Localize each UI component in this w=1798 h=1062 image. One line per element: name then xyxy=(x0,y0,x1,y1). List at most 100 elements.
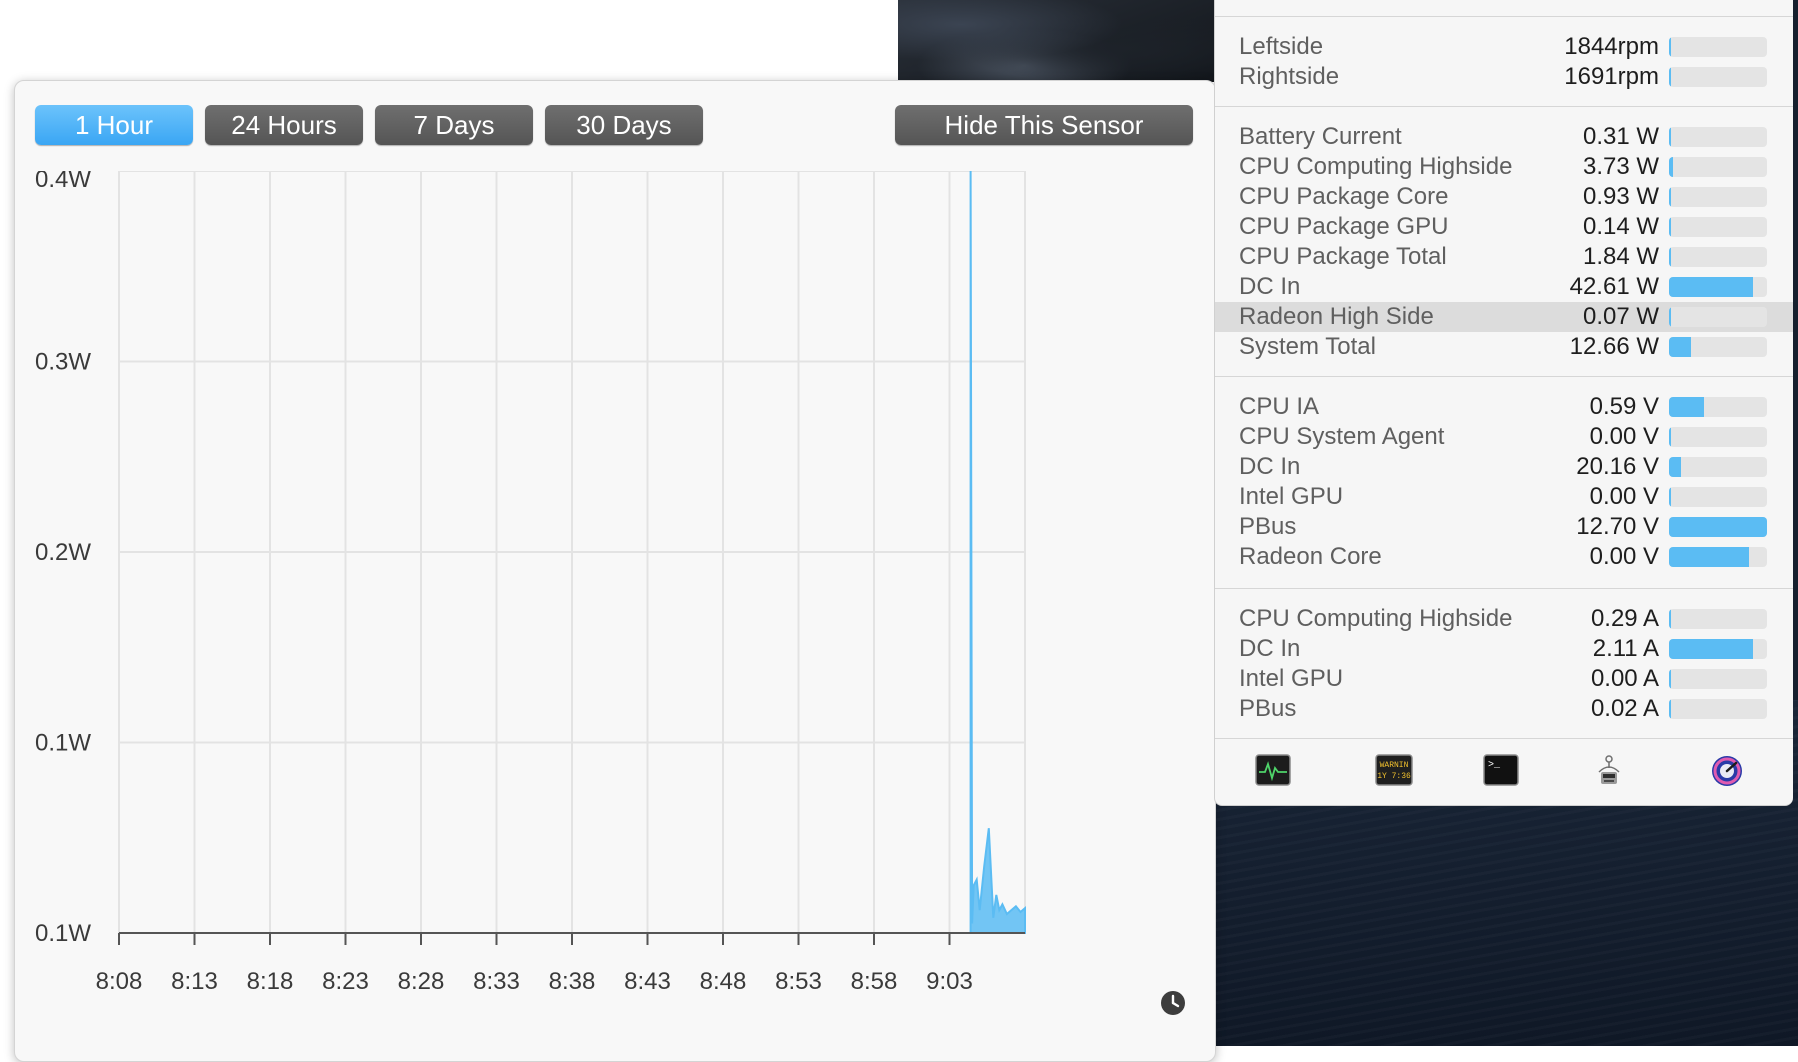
x-tick-label: 8:13 xyxy=(171,968,218,995)
sensor-name: CPU Computing Highside xyxy=(1239,604,1512,634)
sensor-level-fill xyxy=(1669,457,1681,477)
sensor-level-fill xyxy=(1669,639,1753,659)
terminal-icon[interactable]: >_ xyxy=(1483,754,1519,786)
sensor-row[interactable]: DC In20.16 V xyxy=(1215,452,1793,482)
sensor-row[interactable]: Radeon High Side0.07 W xyxy=(1215,302,1793,332)
disk-utility-icon[interactable] xyxy=(1709,754,1745,786)
x-tick-label: 8:48 xyxy=(700,968,747,995)
sensor-level-bar xyxy=(1669,517,1767,537)
activity-monitor-icon[interactable] xyxy=(1255,754,1291,786)
sensor-level-fill xyxy=(1669,187,1671,207)
sensor-level-bar xyxy=(1669,157,1767,177)
sensor-level-bar xyxy=(1669,187,1767,207)
sensor-row[interactable]: DC In42.61 W xyxy=(1215,272,1793,302)
sensor-level-fill xyxy=(1669,247,1671,267)
sensor-level-fill xyxy=(1669,337,1691,357)
sensor-row[interactable]: Rightside1691rpm xyxy=(1215,62,1793,92)
sensor-name: Intel GPU xyxy=(1239,664,1343,694)
sensor-row[interactable]: Battery Current0.31 W xyxy=(1215,122,1793,152)
range-7-days-button[interactable]: 7 Days xyxy=(375,105,533,145)
range-1-hour-button[interactable]: 1 Hour xyxy=(35,105,193,145)
x-tick-label: 9:03 xyxy=(926,968,973,995)
x-tick-label: 8:43 xyxy=(624,968,671,995)
sensor-value: 12.66 W xyxy=(1570,332,1659,362)
sensor-row[interactable]: CPU Package Core0.93 W xyxy=(1215,182,1793,212)
sensor-value: 3.73 W xyxy=(1583,152,1659,182)
sensor-name: DC In xyxy=(1239,272,1300,302)
sensor-level-fill xyxy=(1669,217,1671,237)
sensor-value: 0.31 W xyxy=(1583,122,1659,152)
sensor-level-fill xyxy=(1669,307,1671,327)
y-tick-label: 0.4W xyxy=(35,171,91,193)
sensor-level-bar xyxy=(1669,699,1767,719)
sensor-row[interactable]: CPU Package GPU 0.14 W xyxy=(1215,212,1793,242)
range-30-days-button[interactable]: 30 Days xyxy=(545,105,703,145)
desktop-wallpaper-rock xyxy=(898,0,1214,82)
sensor-row[interactable]: CPU Package Total1.84 W xyxy=(1215,242,1793,272)
sensor-level-bar xyxy=(1669,247,1767,267)
sensor-level-fill xyxy=(1669,517,1767,537)
sensor-level-bar xyxy=(1669,487,1767,507)
sensor-row[interactable]: PBus12.70 V xyxy=(1215,512,1793,542)
separator xyxy=(1215,738,1793,739)
x-tick-label: 8:53 xyxy=(775,968,822,995)
sensor-level-bar xyxy=(1669,547,1767,567)
range-24-hours-button[interactable]: 24 Hours xyxy=(205,105,363,145)
x-tick-label: 8:23 xyxy=(322,968,369,995)
sensor-level-fill xyxy=(1669,609,1671,629)
sensor-name: DC In xyxy=(1239,634,1300,664)
sensor-value: 2.11 A xyxy=(1593,634,1659,664)
sensor-level-fill xyxy=(1669,427,1671,447)
sensor-level-fill xyxy=(1669,669,1671,689)
sensor-name: CPU Package GPU xyxy=(1239,212,1448,242)
sensor-name: CPU Package Total xyxy=(1239,242,1447,272)
separator xyxy=(1215,376,1793,377)
separator xyxy=(1215,16,1793,17)
sensor-value: 0.00 A xyxy=(1591,664,1659,694)
sensor-row[interactable]: Intel GPU 0.00 A xyxy=(1215,664,1793,694)
sensor-level-bar xyxy=(1669,337,1767,357)
sensor-value: 1691rpm xyxy=(1564,62,1659,92)
y-axis-ticks: 0.4W0.3W0.2W0.1W0.1W xyxy=(35,171,91,947)
x-tick-label: 8:08 xyxy=(96,968,143,995)
separator xyxy=(1215,106,1793,107)
svg-text:1Y 7:36: 1Y 7:36 xyxy=(1377,772,1411,781)
x-tick-label: 8:28 xyxy=(398,968,445,995)
sensor-value: 0.29 A xyxy=(1591,604,1659,634)
sensor-value: 0.02 A xyxy=(1591,694,1659,724)
sensor-level-bar xyxy=(1669,609,1767,629)
sensor-row[interactable]: CPU IA0.59 V xyxy=(1215,392,1793,422)
sensor-row[interactable]: CPU Computing Highside 0.29 A xyxy=(1215,604,1793,634)
sensor-value: 0.00 V xyxy=(1590,422,1659,452)
separator xyxy=(1215,588,1793,589)
sensor-level-fill xyxy=(1669,547,1749,567)
sensor-name: PBus xyxy=(1239,694,1296,724)
sensor-level-bar xyxy=(1669,67,1767,87)
sensor-level-bar xyxy=(1669,277,1767,297)
sensor-row[interactable]: DC In 2.11 A xyxy=(1215,634,1793,664)
sensor-row[interactable]: PBus 0.02 A xyxy=(1215,694,1793,724)
x-tick-label: 8:33 xyxy=(473,968,520,995)
sensor-row[interactable]: Intel GPU0.00 V xyxy=(1215,482,1793,512)
sensor-row[interactable]: CPU Computing Highside 3.73 W xyxy=(1215,152,1793,182)
sensor-level-fill xyxy=(1669,397,1704,417)
y-tick-label: 0.1W xyxy=(35,730,91,757)
sensor-level-fill xyxy=(1669,699,1671,719)
sensor-name: CPU Computing Highside xyxy=(1239,152,1512,182)
x-tick-label: 8:58 xyxy=(851,968,898,995)
sensor-row[interactable]: CPU System Agent0.00 V xyxy=(1215,422,1793,452)
sensor-value: 0.93 W xyxy=(1583,182,1659,212)
sensor-value: 0.14 W xyxy=(1583,212,1659,242)
sensor-level-bar xyxy=(1669,427,1767,447)
sensor-level-bar xyxy=(1669,127,1767,147)
sensor-row[interactable]: Leftside1844rpm xyxy=(1215,32,1793,62)
sensor-list-panel: Leftside1844rpmRightside1691rpm Battery C… xyxy=(1214,0,1793,806)
sensor-row[interactable]: Radeon Core0.00 V xyxy=(1215,542,1793,572)
system-info-icon[interactable] xyxy=(1591,754,1627,786)
sensor-value: 0.00 V xyxy=(1590,542,1659,572)
console-icon[interactable]: WARNIN 1Y 7:36 xyxy=(1375,754,1413,786)
clock-icon[interactable] xyxy=(1161,991,1185,1015)
sensor-row[interactable]: System Total12.66 W xyxy=(1215,332,1793,362)
hide-sensor-button[interactable]: Hide This Sensor xyxy=(895,105,1193,145)
sensor-level-bar xyxy=(1669,37,1767,57)
